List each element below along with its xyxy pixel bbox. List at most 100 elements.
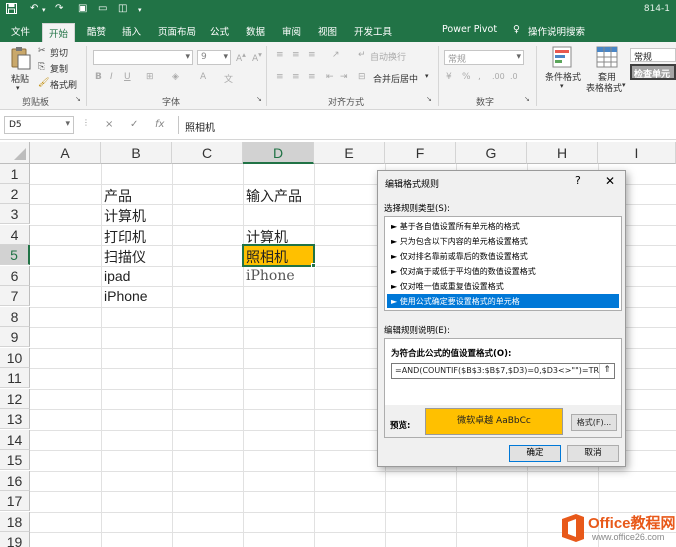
cell-d2[interactable]: 输入产品 [246,186,302,206]
cell-d5[interactable]: 照相机 [246,247,288,267]
fill-color-icon[interactable]: ◈ [172,72,179,82]
row-header-3[interactable]: 3 [0,204,30,224]
style-check-cell-swatch[interactable]: 检查单元 [630,64,676,80]
select-all-corner[interactable] [0,142,30,164]
row-header-9[interactable]: 9 [0,327,30,347]
cut-icon[interactable]: ✂ [38,46,46,56]
rule-type-item[interactable]: ► 只为包含以下内容的单元格设置格式 [387,234,619,248]
cell-b4[interactable]: 打印机 [104,227,146,247]
rule-type-item[interactable]: ► 基于各自值设置所有单元格的格式 [387,219,619,233]
cell-b6[interactable]: ipad [104,268,130,284]
cell-b5[interactable]: 扫描仪 [104,247,146,267]
formula-field[interactable]: =AND(COUNTIF($B$3:$B$7,$D3)=0,$D3<>"")=T… [391,363,615,379]
font-size-combo[interactable]: 9 ▾ [197,50,231,65]
row-header-1[interactable]: 1 [0,164,30,184]
cell-d6[interactable]: iPhone [246,268,295,284]
wrap-text-button[interactable]: 自动换行 [370,50,406,63]
name-box[interactable]: D5 ▾ [4,116,74,134]
number-launcher-icon[interactable]: ↘ [524,95,530,103]
font-name-combo[interactable]: ▾ [93,50,193,65]
merge-dropdown-icon[interactable]: ▾ [425,72,429,80]
row-header-17[interactable]: 17 [0,491,30,511]
cancel-entry-icon[interactable]: × [105,119,113,130]
row-header-11[interactable]: 11 [0,368,30,388]
rule-type-item[interactable]: ► 仅对唯一值或重复值设置格式 [387,279,619,293]
insert-function-icon[interactable]: fx [155,119,164,130]
format-as-table-dropdown-icon[interactable]: ▾ [622,81,626,89]
rule-type-item-selected[interactable]: ► 使用公式确定要设置格式的单元格 [387,294,619,308]
customize-qat-icon[interactable]: ▾ [138,6,142,14]
row-header-5[interactable]: 5 [0,245,30,265]
column-header-h[interactable]: H [527,142,598,164]
column-header-g[interactable]: G [456,142,527,164]
rule-type-item[interactable]: ► 仅对高于或低于平均值的数值设置格式 [387,264,619,278]
tab-formulas[interactable]: 公式 [210,24,229,42]
column-header-e[interactable]: E [314,142,385,164]
tab-power-pivot[interactable]: Power Pivot [442,24,497,42]
cell-b2[interactable]: 产品 [104,186,132,206]
align-middle-icon[interactable]: ≡ [292,50,300,60]
copy-button[interactable]: 复制 [50,62,68,75]
row-header-4[interactable]: 4 [0,225,30,245]
paste-dropdown-icon[interactable]: ▾ [16,84,20,92]
row-header-13[interactable]: 13 [0,409,30,429]
italic-icon[interactable]: I [110,72,113,82]
bold-icon[interactable]: B [95,72,102,82]
borders-icon[interactable]: ⊞ [146,72,154,82]
align-right-icon[interactable]: ≡ [308,72,316,82]
column-header-c[interactable]: C [172,142,243,164]
row-header-16[interactable]: 16 [0,471,30,491]
cell-b3[interactable]: 计算机 [104,206,146,226]
cell-d4[interactable]: 计算机 [246,227,288,247]
align-top-icon[interactable]: ≡ [276,50,284,60]
font-color-icon[interactable]: A [200,72,206,82]
underline-icon[interactable]: U [124,72,131,82]
format-as-table-icon[interactable] [596,46,618,71]
print-preview-icon[interactable]: ◫ [118,3,127,14]
tab-view[interactable]: 视图 [318,24,337,42]
cut-button[interactable]: 剪切 [50,46,68,59]
save-icon[interactable] [6,3,17,17]
undo-icon[interactable]: ↶ [30,3,38,14]
phonetic-icon[interactable]: 文 [224,72,233,85]
comma-icon[interactable]: , [478,72,481,82]
font-launcher-icon[interactable]: ↘ [256,95,262,103]
grow-font-icon[interactable]: A▴ [236,50,246,64]
tab-tell-me[interactable]: 操作说明搜索 [528,24,585,42]
formula-input[interactable]: 照相机 [178,116,676,134]
row-header-19[interactable]: 19 [0,532,30,547]
row-header-14[interactable]: 14 [0,430,30,450]
column-header-b[interactable]: B [101,142,172,164]
alignment-launcher-icon[interactable]: ↘ [426,95,432,103]
tab-file[interactable]: 文件 [11,24,30,42]
fill-handle[interactable] [311,263,316,268]
wrap-text-icon[interactable]: ↵ [358,50,366,60]
tab-review[interactable]: 审阅 [282,24,301,42]
increase-decimal-icon[interactable]: .00 [492,72,505,81]
help-icon[interactable]: ? [575,174,581,187]
merge-center-button[interactable]: 合并后居中 [373,72,418,85]
style-normal-swatch[interactable]: 常规 [630,48,676,63]
format-button[interactable]: 格式(F)... [571,414,617,431]
row-header-15[interactable]: 15 [0,450,30,470]
row-header-6[interactable]: 6 [0,266,30,286]
column-header-d[interactable]: D [243,142,314,164]
align-left-icon[interactable]: ≡ [276,72,284,82]
copy-icon[interactable]: ⎘ [38,62,45,72]
close-icon[interactable]: ✕ [605,174,615,188]
enter-entry-icon[interactable]: ✓ [130,119,138,130]
cancel-button[interactable]: 取消 [567,445,619,462]
rule-type-list[interactable]: ► 基于各自值设置所有单元格的格式 ► 只为包含以下内容的单元格设置格式 ► 仅… [384,216,622,311]
paste-icon[interactable] [10,46,32,73]
format-painter-button[interactable]: 格式刷 [50,78,77,91]
decrease-decimal-icon[interactable]: .0 [510,72,518,81]
row-header-7[interactable]: 7 [0,286,30,306]
format-painter-icon[interactable]: 🖌 [38,78,49,88]
tab-kuzan[interactable]: 酷赞 [87,24,106,42]
conditional-dropdown-icon[interactable]: ▾ [560,82,564,90]
cell-b7[interactable]: iPhone [104,288,148,304]
shrink-font-icon[interactable]: A▾ [252,50,262,64]
redo-icon[interactable]: ↷ [55,3,63,14]
currency-icon[interactable]: ¥ [446,72,452,82]
formula-bar-grip-icon[interactable]: ⋮ [82,118,90,127]
